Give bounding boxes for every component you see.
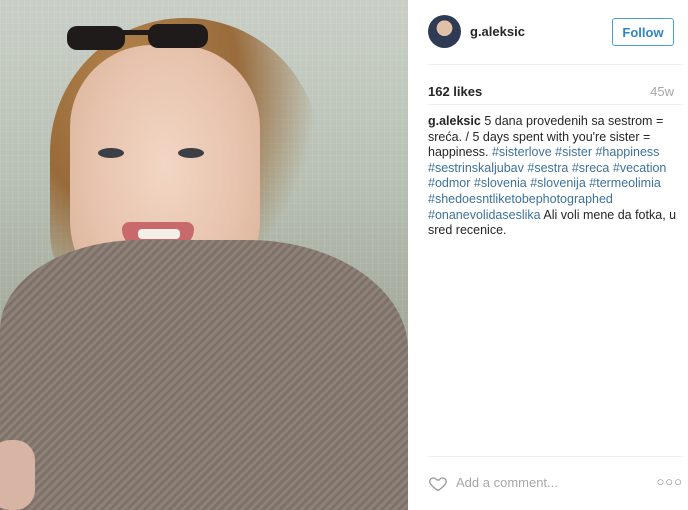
divider [428,456,683,457]
teeth [138,229,180,239]
hashtag-link[interactable]: #sreca [572,161,610,175]
avatar[interactable] [428,15,461,48]
hashtag-link[interactable]: #sestra [527,161,568,175]
username-link[interactable]: g.aleksic [470,24,525,39]
post-sidebar: g.aleksic Follow 162 likes 45w g.aleksic… [408,0,688,510]
hashtag-link[interactable]: #happiness [595,145,659,159]
likes-count[interactable]: 162 likes [428,84,482,99]
left-eye [98,148,124,158]
hashtag-link[interactable]: #sister [555,145,592,159]
right-eye [178,148,204,158]
hashtag-link[interactable]: #sisterlove [492,145,552,159]
hashtag-link[interactable]: #slovenija [530,176,586,190]
hashtag-link[interactable]: #slovenia [474,176,527,190]
hashtag-link[interactable]: #onanevolidaseslika [428,208,541,222]
instagram-post: g.aleksic Follow 162 likes 45w g.aleksic… [0,0,688,510]
caption: g.aleksic 5 dana provedenih sa sestrom =… [428,114,678,239]
caption-username-link[interactable]: g.aleksic [428,114,481,128]
divider [428,104,683,105]
hashtag-link[interactable]: #termeolimia [589,176,661,190]
sunglasses-icon [67,24,208,50]
heart-icon[interactable] [428,473,448,493]
hashtag-link[interactable]: #sestrinskaljubav [428,161,524,175]
add-comment-input[interactable]: Add a comment... [456,475,558,490]
comment-bar: Add a comment... ○○○ [428,470,683,496]
post-header: g.aleksic Follow [428,15,683,51]
follow-button[interactable]: Follow [612,18,674,46]
more-options-icon[interactable]: ○○○ [656,474,683,489]
post-age[interactable]: 45w [650,84,674,99]
caption-text: 5 dana provedenih sa sestrom = sreća. / … [428,114,676,237]
hashtag-link[interactable]: #shedoesntliketobephotographed [428,192,613,206]
divider [428,64,683,65]
hashtag-link[interactable]: #odmor [428,176,470,190]
hand [0,440,35,510]
knit-scarf [0,240,408,510]
post-photo[interactable] [0,0,408,510]
hashtag-link[interactable]: #vecation [613,161,667,175]
